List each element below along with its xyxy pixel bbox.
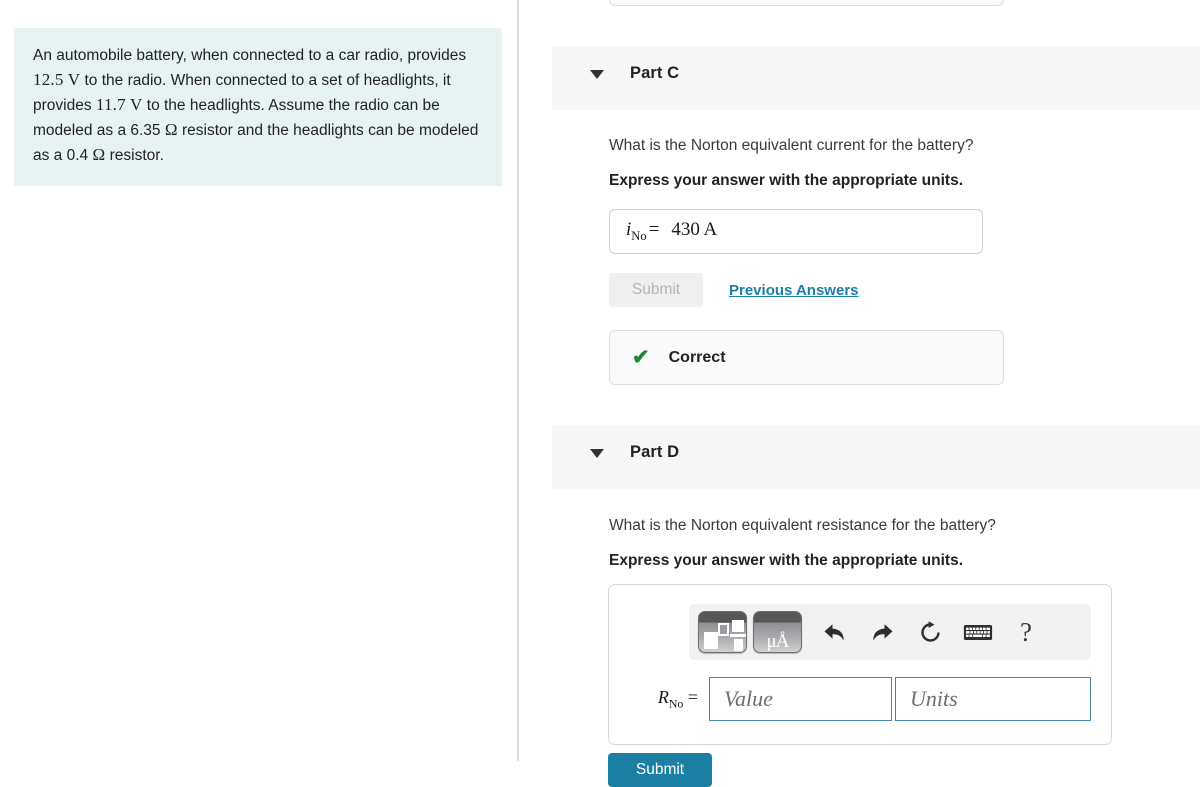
part-c-answer-value: 430 A (671, 219, 718, 241)
keyboard-icon (963, 624, 993, 640)
part-d-header[interactable]: Part D (552, 425, 1200, 489)
part-d-units-input[interactable] (895, 677, 1091, 721)
part-c-feedback-banner: ✔ Correct (609, 330, 1004, 385)
part-d-value-input[interactable] (709, 677, 892, 721)
part-d-equals: = (687, 686, 698, 707)
part-d-answer-label: RNo = (631, 687, 709, 712)
part-d-instruction: Express your answer with the appropriate… (609, 552, 964, 569)
math-toolbar: μÅ ? (689, 604, 1091, 660)
redo-arrow-icon (872, 623, 892, 641)
part-c-answer-expression: iNo = 430 A (626, 219, 717, 244)
part-d-field-row: RNo = (631, 677, 1091, 721)
math-template-button[interactable] (698, 611, 747, 653)
problem-statement: An automobile battery, when connected to… (14, 28, 502, 186)
help-button[interactable]: ? (1004, 612, 1048, 652)
undo-arrow-icon (824, 623, 844, 641)
part-c-feedback-label: Correct (668, 348, 726, 366)
problem-text-part-1: An automobile battery, when connected to… (33, 47, 467, 64)
math-template-icon-square (718, 623, 729, 636)
units-button[interactable]: μÅ (753, 611, 802, 653)
answer-pane: Part C What is the Norton equivalent cur… (519, 0, 1200, 787)
headlight-voltage-value: 11.7 V (95, 94, 143, 114)
part-d-submit-button[interactable]: Submit (608, 753, 712, 787)
problem-text-part-5: resistor. (105, 146, 164, 164)
part-c-action-row: Submit Previous Answers (609, 273, 859, 307)
reset-button[interactable] (908, 612, 952, 652)
keyboard-button[interactable] (956, 612, 1000, 652)
part-c-question: What is the Norton equivalent current fo… (609, 137, 974, 154)
reset-circular-arrow-icon (920, 620, 940, 642)
part-d-title: Part D (630, 443, 680, 461)
units-icon: μÅ (766, 631, 790, 652)
math-template-icon-bar (730, 634, 746, 637)
redo-button[interactable] (860, 612, 904, 652)
undo-button[interactable] (812, 612, 856, 652)
math-template-icon-denominator (734, 639, 743, 651)
part-d-answer-container: μÅ ? RNo = Value Units (608, 584, 1112, 745)
radio-voltage-value: 12.5 V (33, 69, 81, 89)
check-icon: ✔ (632, 346, 650, 369)
part-d-subscript: No (668, 696, 684, 711)
part-c-header[interactable]: Part C (552, 46, 1200, 110)
part-c-title: Part C (630, 64, 680, 82)
caret-down-icon[interactable] (590, 449, 604, 458)
part-c-previous-answers-link[interactable]: Previous Answers (729, 282, 859, 299)
radio-ohm-symbol: Ω (164, 119, 178, 139)
part-c-submit-button[interactable]: Submit (609, 273, 703, 307)
part-d-symbol: R (657, 686, 669, 707)
part-d-question: What is the Norton equivalent resistance… (609, 517, 996, 534)
math-template-icon-numerator (732, 620, 744, 632)
previous-part-feedback-remnant (609, 0, 1004, 6)
headlight-ohm-symbol: Ω (92, 144, 106, 164)
part-c-instruction: Express your answer with the appropriate… (609, 172, 964, 189)
caret-down-icon[interactable] (590, 70, 604, 79)
part-c-subscript: No (631, 228, 647, 243)
math-template-icon (704, 632, 718, 649)
part-c-equals: = (648, 219, 660, 241)
part-c-answer-field[interactable]: iNo = 430 A (609, 209, 983, 254)
problem-pane: An automobile battery, when connected to… (0, 0, 517, 761)
